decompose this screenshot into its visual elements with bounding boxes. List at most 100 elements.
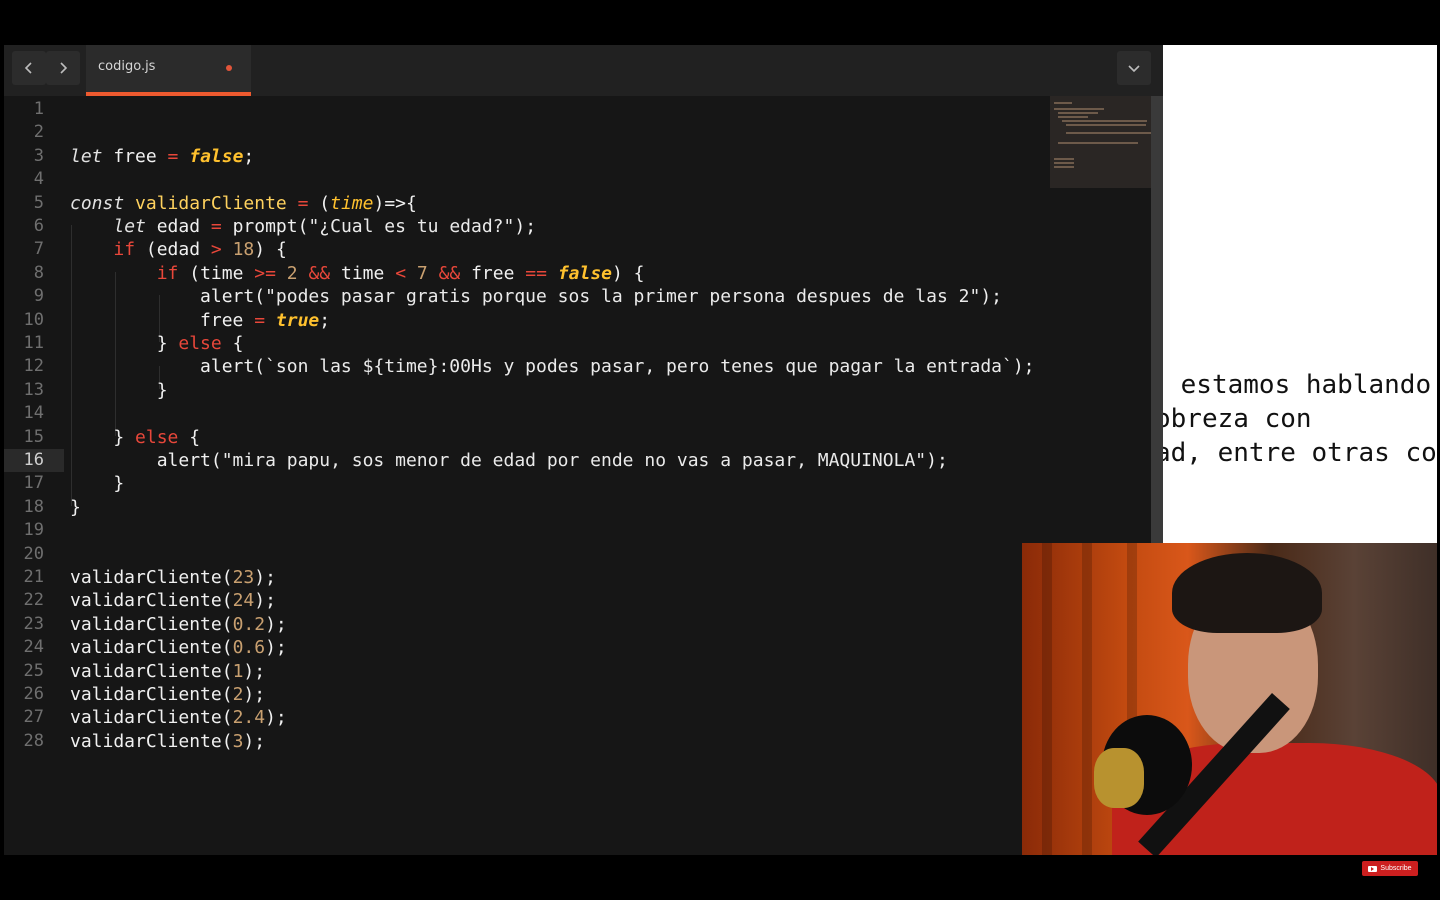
- youtube-icon: [1368, 865, 1378, 872]
- document-panel: estamos hablando obreza con ad, entre ot…: [1163, 45, 1437, 543]
- line-number: 20: [23, 543, 44, 564]
- line-number: 25: [23, 660, 44, 681]
- code-line[interactable]: 11 } else {: [4, 332, 1050, 355]
- code-line[interactable]: 17 }: [4, 472, 1050, 495]
- line-number: 27: [23, 707, 44, 728]
- code-line[interactable]: 1: [4, 98, 1050, 121]
- forward-button[interactable]: [46, 51, 80, 85]
- code-text[interactable]: validarCliente(0.6);: [70, 636, 287, 659]
- code-line[interactable]: 20: [4, 543, 1050, 566]
- code-text[interactable]: validarCliente(3);: [70, 730, 265, 753]
- line-number: 8: [33, 262, 44, 283]
- minimap-line: [1062, 120, 1147, 122]
- code-text[interactable]: alert("podes pasar gratis porque sos la …: [70, 285, 1002, 308]
- minimap-line: [1066, 132, 1156, 134]
- minimap-line: [1054, 166, 1074, 168]
- code-line[interactable]: 28 validarCliente(3);: [4, 730, 1050, 753]
- code-line[interactable]: 9 alert("podes pasar gratis porque sos l…: [4, 285, 1050, 308]
- minimap-line: [1054, 162, 1074, 164]
- code-text[interactable]: } else {: [70, 332, 244, 355]
- back-button[interactable]: [12, 51, 46, 85]
- code-line[interactable]: 19: [4, 519, 1050, 542]
- minimap-line: [1058, 116, 1088, 118]
- line-number: 6: [33, 216, 44, 236]
- code-text[interactable]: alert("mira papu, sos menor de edad por …: [70, 449, 948, 472]
- line-number: 16: [23, 450, 44, 470]
- code-line[interactable]: 14: [4, 402, 1050, 425]
- minimap-line: [1054, 108, 1104, 110]
- code-text[interactable]: validarCliente(2);: [70, 683, 265, 706]
- curtain-fold: [1042, 543, 1052, 855]
- code-line[interactable]: 2: [4, 121, 1050, 144]
- code-text[interactable]: }: [70, 379, 168, 402]
- code-line[interactable]: 8 if (time >= 2 && time < 7 && free == f…: [4, 262, 1050, 285]
- minimap-line: [1054, 102, 1072, 104]
- code-line[interactable]: 15 } else {: [4, 426, 1050, 449]
- line-number: 28: [23, 730, 44, 751]
- code-line[interactable]: 12 alert(`son las ${time}:00Hs y podes p…: [4, 355, 1050, 378]
- line-number: 21: [23, 567, 44, 587]
- document-text-line: obreza con: [1163, 404, 1312, 434]
- code-text[interactable]: let edad = prompt("¿Cual es tu edad?");: [70, 215, 536, 238]
- code-line[interactable]: 23 validarCliente(0.2);: [4, 613, 1050, 636]
- minimap-line: [1054, 158, 1074, 160]
- line-number: 26: [23, 684, 44, 704]
- code-line[interactable]: 5 const validarCliente = (time)=>{: [4, 192, 1050, 215]
- minimap[interactable]: [1050, 96, 1156, 188]
- code-text[interactable]: }: [70, 496, 81, 519]
- tab-bar: codigo.js: [4, 45, 1163, 96]
- code-area[interactable]: 1 2 3 let free = false; 4 5 const validarClien…: [4, 96, 1050, 855]
- line-number: 14: [23, 403, 44, 424]
- code-text[interactable]: if (time >= 2 && time < 7 && free == fal…: [70, 262, 645, 285]
- minimap-line: [1058, 142, 1138, 144]
- tab-list-dropdown[interactable]: [1117, 51, 1151, 85]
- code-text[interactable]: validarCliente(0.2);: [70, 613, 287, 636]
- line-number: 9: [33, 286, 44, 307]
- code-text[interactable]: } else {: [70, 426, 200, 449]
- line-number: 11: [23, 333, 44, 353]
- code-line[interactable]: 18}: [4, 496, 1050, 519]
- code-line[interactable]: 4: [4, 168, 1050, 191]
- code-line[interactable]: 13 }: [4, 379, 1050, 402]
- code-text[interactable]: free = true;: [70, 309, 330, 332]
- tab-codigo-js[interactable]: codigo.js: [86, 45, 251, 96]
- code-line[interactable]: 3 let free = false;: [4, 145, 1050, 168]
- line-number: 5: [33, 192, 44, 213]
- code-line[interactable]: 7 if (edad > 18) {: [4, 238, 1050, 261]
- code-line[interactable]: 24 validarCliente(0.6);: [4, 636, 1050, 659]
- code-text[interactable]: validarCliente(23);: [70, 566, 276, 589]
- code-line[interactable]: 6 let edad = prompt("¿Cual es tu edad?")…: [4, 215, 1050, 238]
- subscribe-label: Subscribe: [1380, 865, 1412, 872]
- line-number: 24: [23, 637, 44, 658]
- line-number: 1: [33, 99, 44, 119]
- code-line[interactable]: 22 validarCliente(24);: [4, 589, 1050, 612]
- code-text[interactable]: alert(`son las ${time}:00Hs y podes pasa…: [70, 355, 1034, 378]
- code-line[interactable]: 27 validarCliente(2.4);: [4, 706, 1050, 729]
- line-number: 19: [23, 520, 44, 541]
- code-editor: codigo.js 1 2 3 let free = false; 4 5 const va…: [4, 45, 1163, 855]
- curtain-fold: [1082, 543, 1092, 855]
- subscribe-button[interactable]: Subscribe: [1362, 861, 1418, 876]
- code-line[interactable]: 16 alert("mira papu, sos menor de edad p…: [4, 449, 1050, 473]
- code-text[interactable]: const validarCliente = (time)=>{: [70, 192, 417, 215]
- line-number: 15: [23, 426, 44, 447]
- code-line[interactable]: 10 free = true;: [4, 309, 1050, 332]
- code-line[interactable]: 25 validarCliente(1);: [4, 660, 1050, 683]
- chevron-down-icon: [1128, 65, 1140, 73]
- line-number: 22: [23, 590, 44, 611]
- unsaved-dot-icon[interactable]: [226, 65, 232, 71]
- line-number: 4: [33, 169, 44, 190]
- code-text[interactable]: validarCliente(2.4);: [70, 706, 287, 729]
- tab-label: codigo.js: [98, 59, 156, 74]
- code-line[interactable]: 26 validarCliente(2);: [4, 683, 1050, 706]
- line-number: 17: [23, 473, 44, 494]
- minimap-line: [1066, 124, 1146, 126]
- code-text[interactable]: validarCliente(24);: [70, 589, 276, 612]
- code-text[interactable]: if (edad > 18) {: [70, 238, 286, 261]
- document-text-line: estamos hablando: [1165, 370, 1432, 400]
- code-text[interactable]: validarCliente(1);: [70, 660, 265, 683]
- line-number: 18: [23, 496, 44, 517]
- code-text[interactable]: }: [70, 472, 124, 495]
- code-line[interactable]: 21 validarCliente(23);: [4, 566, 1050, 589]
- code-text[interactable]: let free = false;: [70, 145, 254, 168]
